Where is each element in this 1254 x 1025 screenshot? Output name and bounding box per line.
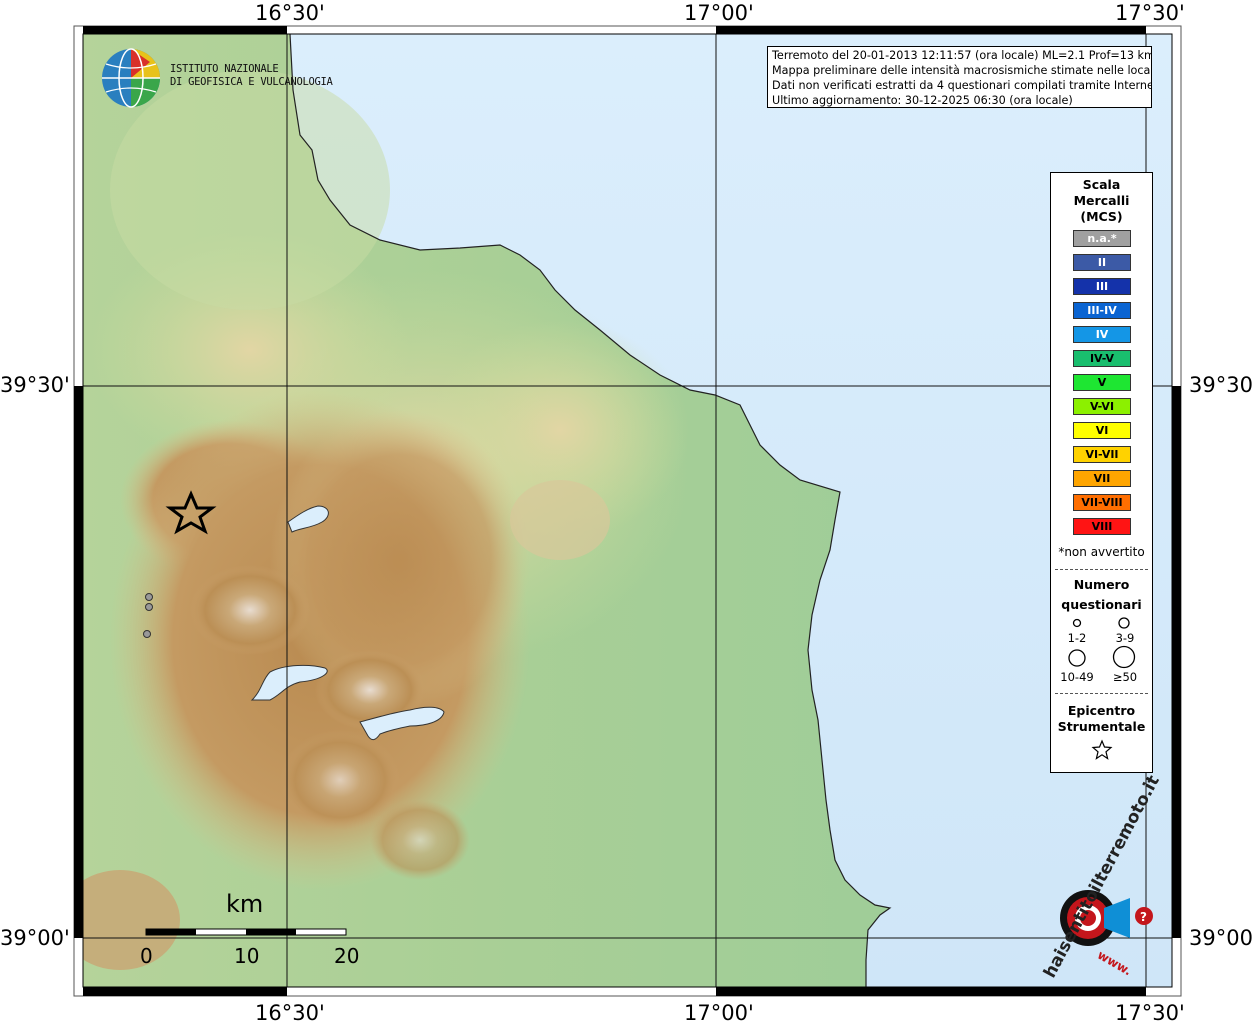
institute-line-1: ISTITUTO NAZIONALE bbox=[170, 63, 279, 75]
count-label-50: ≥50 bbox=[1112, 670, 1138, 684]
report-point bbox=[145, 603, 153, 611]
institute-name: ISTITUTO NAZIONALE DI GEOFISICA E VULCAN… bbox=[170, 63, 333, 89]
legend-separator bbox=[1055, 569, 1148, 570]
legend-swatch-vi: VI bbox=[1073, 422, 1131, 439]
event-info-line-2: Mappa preliminare delle intensità macros… bbox=[772, 64, 1152, 77]
mountain-peak bbox=[370, 800, 470, 880]
scale-unit-label: km bbox=[226, 890, 264, 918]
lat-label-right-3900: 39°00' bbox=[1189, 926, 1254, 950]
legend-swatch-na: n.a.* bbox=[1073, 230, 1131, 247]
count-symbol-3-9 bbox=[1118, 617, 1130, 629]
legend-swatch-ii: II bbox=[1073, 254, 1131, 271]
event-info-box: Terremoto del 20-01-2013 12:11:57 (ora l… bbox=[767, 46, 1152, 108]
legend-title-mercalli: Mercalli bbox=[1073, 193, 1130, 208]
lon-label-top-1730: 17°30' bbox=[1115, 1, 1185, 25]
lon-label-bottom-1630: 16°30' bbox=[255, 1001, 325, 1025]
institute-line-2: DI GEOFISICA E VULCANOLOGIA bbox=[170, 76, 333, 88]
svg-text:?: ? bbox=[1140, 910, 1147, 924]
count-label-1-2: 1-2 bbox=[1067, 631, 1087, 645]
intensity-legend: Scala Mercalli (MCS) n.a.* II III III-IV IV I… bbox=[1050, 172, 1153, 773]
count-label-3-9: 3-9 bbox=[1115, 631, 1135, 645]
scale-tick-10: 10 bbox=[234, 944, 260, 968]
legend-swatch-iii-iv: III-IV bbox=[1073, 302, 1131, 319]
event-info-line-4: Ultimo aggiornamento: 30-12-2025 06:30 (… bbox=[772, 94, 1073, 107]
legend-epicenter-title-2: Strumentale bbox=[1057, 719, 1146, 734]
lat-label-right-3930: 39°30' bbox=[1189, 373, 1254, 397]
hill-shade bbox=[110, 70, 390, 310]
legend-swatch-v: V bbox=[1073, 374, 1131, 391]
legend-swatch-vii: VII bbox=[1073, 470, 1131, 487]
legend-epicenter-star-icon bbox=[1091, 739, 1113, 760]
ingv-logo-icon bbox=[102, 48, 160, 108]
report-point bbox=[145, 593, 153, 601]
scale-tick-0: 0 bbox=[140, 944, 153, 968]
event-info-line-1: Terremoto del 20-01-2013 12:11:57 (ora l… bbox=[772, 49, 1152, 62]
legend-count-title-1: Numero bbox=[1073, 577, 1130, 592]
legend-swatch-iii: III bbox=[1073, 278, 1131, 295]
event-info-line-3: Dati non verificati estratti da 4 questi… bbox=[772, 79, 1152, 92]
report-point bbox=[143, 630, 151, 638]
legend-title-scala: Scala bbox=[1082, 177, 1121, 192]
mountain-peak bbox=[190, 565, 310, 655]
legend-swatch-iv-v: IV-V bbox=[1073, 350, 1131, 367]
legend-swatch-vii-viii: VII-VIII bbox=[1073, 494, 1131, 511]
legend-swatch-iv: IV bbox=[1073, 326, 1131, 343]
scale-tick-20: 20 bbox=[334, 944, 360, 968]
legend-not-felt-note: *non avvertito bbox=[1058, 545, 1145, 559]
lon-label-top-1700: 17°00' bbox=[684, 1, 754, 25]
legend-swatch-viii: VIII bbox=[1073, 518, 1131, 535]
legend-separator bbox=[1055, 693, 1148, 694]
legend-count-title-2: questionari bbox=[1061, 597, 1142, 612]
lon-label-bottom-1700: 17°00' bbox=[684, 1001, 754, 1025]
legend-swatch-v-vi: V-VI bbox=[1073, 398, 1131, 415]
lat-label-left-3930: 39°30' bbox=[0, 373, 70, 397]
hill-shade bbox=[510, 480, 610, 560]
count-symbol-50 bbox=[1112, 645, 1136, 669]
scale-bar bbox=[145, 928, 347, 936]
lon-label-top-1630: 16°30' bbox=[255, 1, 325, 25]
lon-label-bottom-1730: 17°30' bbox=[1115, 1001, 1185, 1025]
count-symbol-10-49 bbox=[1068, 649, 1086, 667]
legend-title-mcs: (MCS) bbox=[1080, 209, 1123, 224]
legend-epicenter-title-1: Epicentro bbox=[1067, 703, 1136, 718]
lat-label-left-3900: 39°00' bbox=[0, 926, 70, 950]
count-symbol-1-2 bbox=[1072, 618, 1082, 628]
count-label-10-49: 10-49 bbox=[1060, 670, 1094, 684]
legend-swatch-vi-vii: VI-VII bbox=[1073, 446, 1131, 463]
